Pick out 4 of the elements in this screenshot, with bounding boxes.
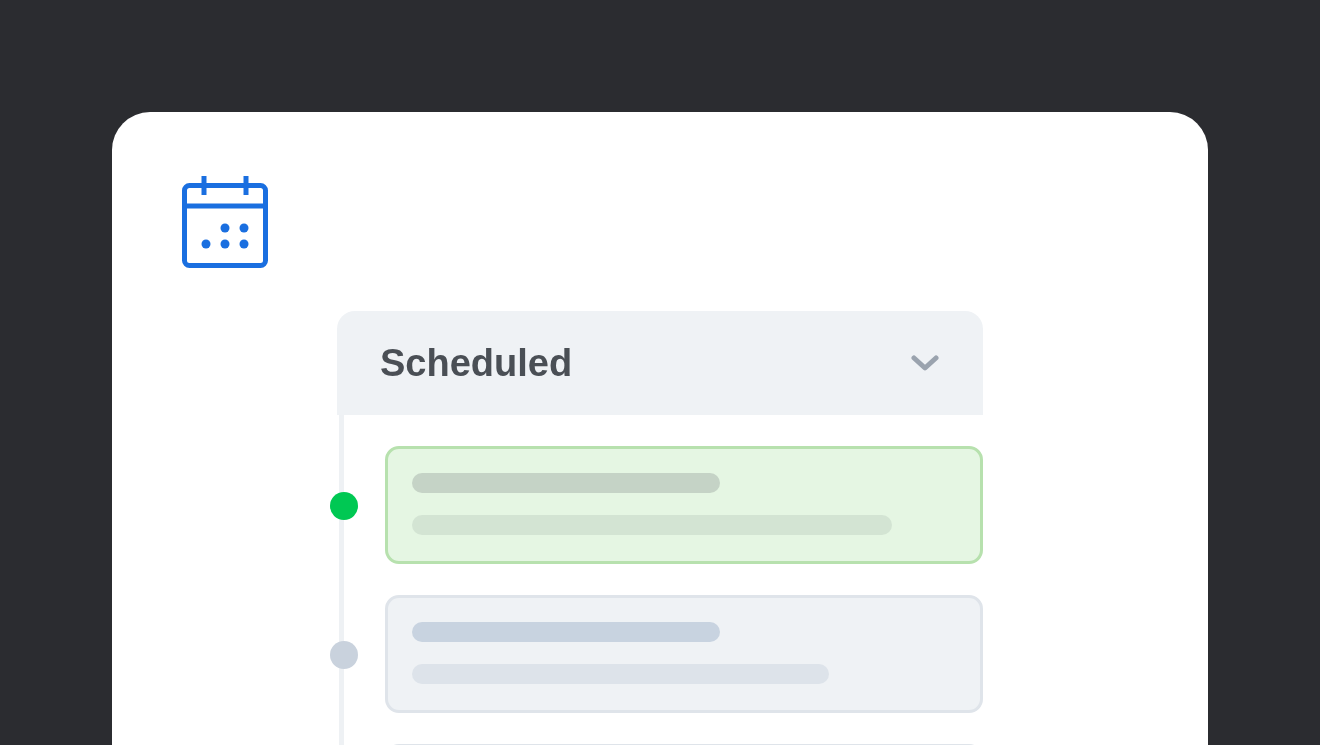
chevron-down-icon[interactable] bbox=[911, 355, 939, 371]
panel-header[interactable]: Scheduled bbox=[337, 311, 983, 415]
panel-title: Scheduled bbox=[380, 340, 573, 386]
calendar-icon bbox=[182, 176, 268, 268]
